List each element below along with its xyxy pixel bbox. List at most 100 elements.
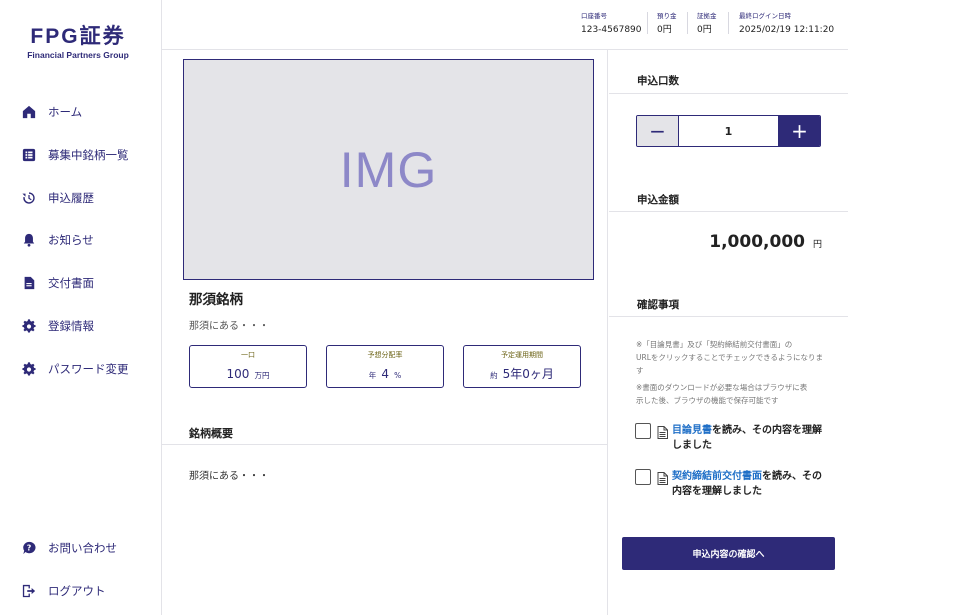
- order-panel: 申込口数 − 1 + 申込金額 1,000,000 円 確認事項 ※「目論見書」…: [609, 50, 848, 615]
- pre-contract-document-link[interactable]: 契約締結前交付書面: [672, 471, 762, 482]
- sidebar-item-label: 申込履歴: [48, 191, 94, 205]
- sidebar-item-label: 登録情報: [48, 319, 94, 333]
- operation-period-label: 予定運用期間: [501, 351, 543, 359]
- deposit-block: 預り金 0円: [657, 12, 677, 37]
- document-icon: [22, 276, 36, 290]
- account-number-value: 123-4567890: [581, 25, 642, 35]
- unit-price-value: 100: [226, 367, 250, 381]
- expected-yield-suffix: %: [394, 371, 402, 380]
- operation-period-prefix: 約: [490, 371, 498, 380]
- sidebar-item-label: お問い合わせ: [48, 541, 117, 555]
- header-divider: [728, 12, 729, 34]
- sidebar-item-label: 交付書面: [48, 276, 94, 290]
- question-icon: ?: [22, 541, 36, 555]
- document-icon: [657, 424, 668, 439]
- deposit-value: 0円: [657, 25, 672, 35]
- sidebar-item-label: ホーム: [48, 105, 83, 119]
- margin-block: 証拠金 0円: [697, 12, 717, 37]
- sidebar-item-label: パスワード変更: [48, 362, 129, 376]
- list-icon: [22, 148, 36, 162]
- sidebar-item-offerings[interactable]: 募集中銘柄一覧: [22, 145, 129, 165]
- product-title: 那須銘柄: [189, 292, 243, 308]
- note-line: ※「目論見書」及び「契約締結前交付書面」の: [636, 340, 793, 349]
- summary-title: 銘柄概要: [189, 427, 233, 440]
- deposit-label: 預り金: [657, 12, 677, 20]
- pre-contract-checkbox[interactable]: [635, 469, 651, 485]
- sidebar-item-password[interactable]: パスワード変更: [22, 359, 129, 379]
- gear-icon: [22, 362, 36, 376]
- prospectus-checkbox[interactable]: [635, 423, 651, 439]
- prospectus-check-label: 目論見書を読み、その内容を理解しました: [672, 423, 822, 453]
- summary-text: 那須にある・・・: [189, 471, 269, 482]
- units-title: 申込口数: [637, 75, 679, 87]
- sidebar-item-registration[interactable]: 登録情報: [22, 316, 94, 336]
- logout-icon: [22, 584, 36, 598]
- note-check-instructions: ※「目論見書」及び「契約締結前交付書面」の URLをクリックすることでチェックで…: [636, 338, 826, 377]
- pre-contract-check-row: 契約締結前交付書面を読み、その内容を理解しました: [635, 469, 822, 499]
- last-login-block: 最終ログイン日時 2025/02/19 12:11:20: [739, 12, 834, 37]
- expected-yield-value: 4: [381, 367, 389, 381]
- logo[interactable]: FPG証券 Financial Partners Group: [18, 26, 138, 61]
- margin-label: 証拠金: [697, 12, 717, 20]
- logo-sub-text: Financial Partners Group: [27, 50, 129, 60]
- document-icon: [657, 470, 668, 485]
- account-number-block: 口座番号 123-4567890: [581, 12, 642, 37]
- logo-main-text: FPG証券: [30, 25, 126, 48]
- divider: [609, 316, 848, 317]
- note-line: URLをクリックすることでチェックできるようになります: [636, 353, 824, 375]
- order-amount: 1,000,000 円: [709, 232, 822, 252]
- divider: [609, 93, 848, 94]
- order-amount-value: 1,000,000: [709, 232, 805, 252]
- prospectus-link[interactable]: 目論見書: [672, 425, 712, 436]
- note-download-instructions: ※書面のダウンロードが必要な場合はブラウザに表 示した後、ブラウザの機能で保存可…: [636, 381, 826, 407]
- sidebar-item-label: 募集中銘柄一覧: [48, 148, 129, 162]
- quantity-stepper: − 1 +: [636, 115, 821, 147]
- last-login-label: 最終ログイン日時: [739, 12, 791, 20]
- sidebar-item-label: ログアウト: [48, 584, 106, 598]
- pre-contract-check-label: 契約締結前交付書面を読み、その内容を理解しました: [672, 469, 822, 499]
- note-line: 示した後、ブラウザの機能で保存可能です: [636, 396, 779, 405]
- product-detail: IMG 那須銘柄 那須にある・・・ 一口 100 万円 予想分配率 年 4 % …: [162, 50, 608, 615]
- quantity-input[interactable]: 1: [679, 116, 778, 146]
- operation-period-box: 予定運用期間 約 5年0ヶ月: [463, 345, 581, 388]
- sidebar-item-label: お知らせ: [48, 233, 94, 247]
- expected-yield-label: 予想分配率: [367, 351, 403, 359]
- history-icon: [22, 191, 36, 205]
- confirmation-title: 確認事項: [637, 299, 679, 311]
- expected-yield-prefix: 年: [368, 371, 377, 380]
- unit-price-label: 一口: [241, 351, 255, 359]
- prospectus-check-row: 目論見書を読み、その内容を理解しました: [635, 423, 822, 453]
- unit-price-suffix: 万円: [254, 371, 270, 380]
- last-login-value: 2025/02/19 12:11:20: [739, 25, 835, 35]
- header-divider: [647, 12, 648, 34]
- decrement-button[interactable]: −: [637, 116, 679, 146]
- sidebar-item-contact[interactable]: ? お問い合わせ: [22, 538, 117, 558]
- sidebar-item-notices[interactable]: お知らせ: [22, 230, 94, 250]
- gear-icon: [22, 319, 36, 333]
- header-bar: 口座番号 123-4567890 預り金 0円 証拠金 0円 最終ログイン日時 …: [162, 0, 848, 50]
- expected-yield-value-row: 年 4 %: [327, 365, 443, 384]
- amount-title: 申込金額: [637, 194, 679, 206]
- product-image: IMG: [183, 59, 594, 280]
- increment-button[interactable]: +: [778, 116, 820, 146]
- bell-icon: [22, 233, 36, 247]
- sidebar: FPG証券 Financial Partners Group ホーム 募集中銘柄…: [0, 0, 162, 615]
- account-number-label: 口座番号: [581, 12, 607, 20]
- header-divider: [687, 12, 688, 34]
- home-icon: [22, 105, 36, 119]
- sidebar-item-history[interactable]: 申込履歴: [22, 188, 94, 208]
- divider: [162, 444, 608, 445]
- sidebar-item-logout[interactable]: ログアウト: [22, 581, 106, 601]
- svg-text:?: ?: [27, 544, 32, 553]
- sidebar-item-home[interactable]: ホーム: [22, 102, 82, 122]
- unit-price-box: 一口 100 万円: [189, 345, 307, 388]
- order-amount-unit: 円: [812, 240, 822, 250]
- margin-value: 0円: [697, 25, 712, 35]
- unit-price-value-row: 100 万円: [190, 365, 306, 384]
- confirm-order-button[interactable]: 申込内容の確認へ: [622, 537, 835, 570]
- expected-yield-box: 予想分配率 年 4 %: [326, 345, 444, 388]
- product-description: 那須にある・・・: [189, 321, 269, 332]
- image-placeholder-text: IMG: [339, 141, 438, 198]
- sidebar-item-documents[interactable]: 交付書面: [22, 273, 94, 293]
- operation-period-value-row: 約 5年0ヶ月: [464, 365, 580, 384]
